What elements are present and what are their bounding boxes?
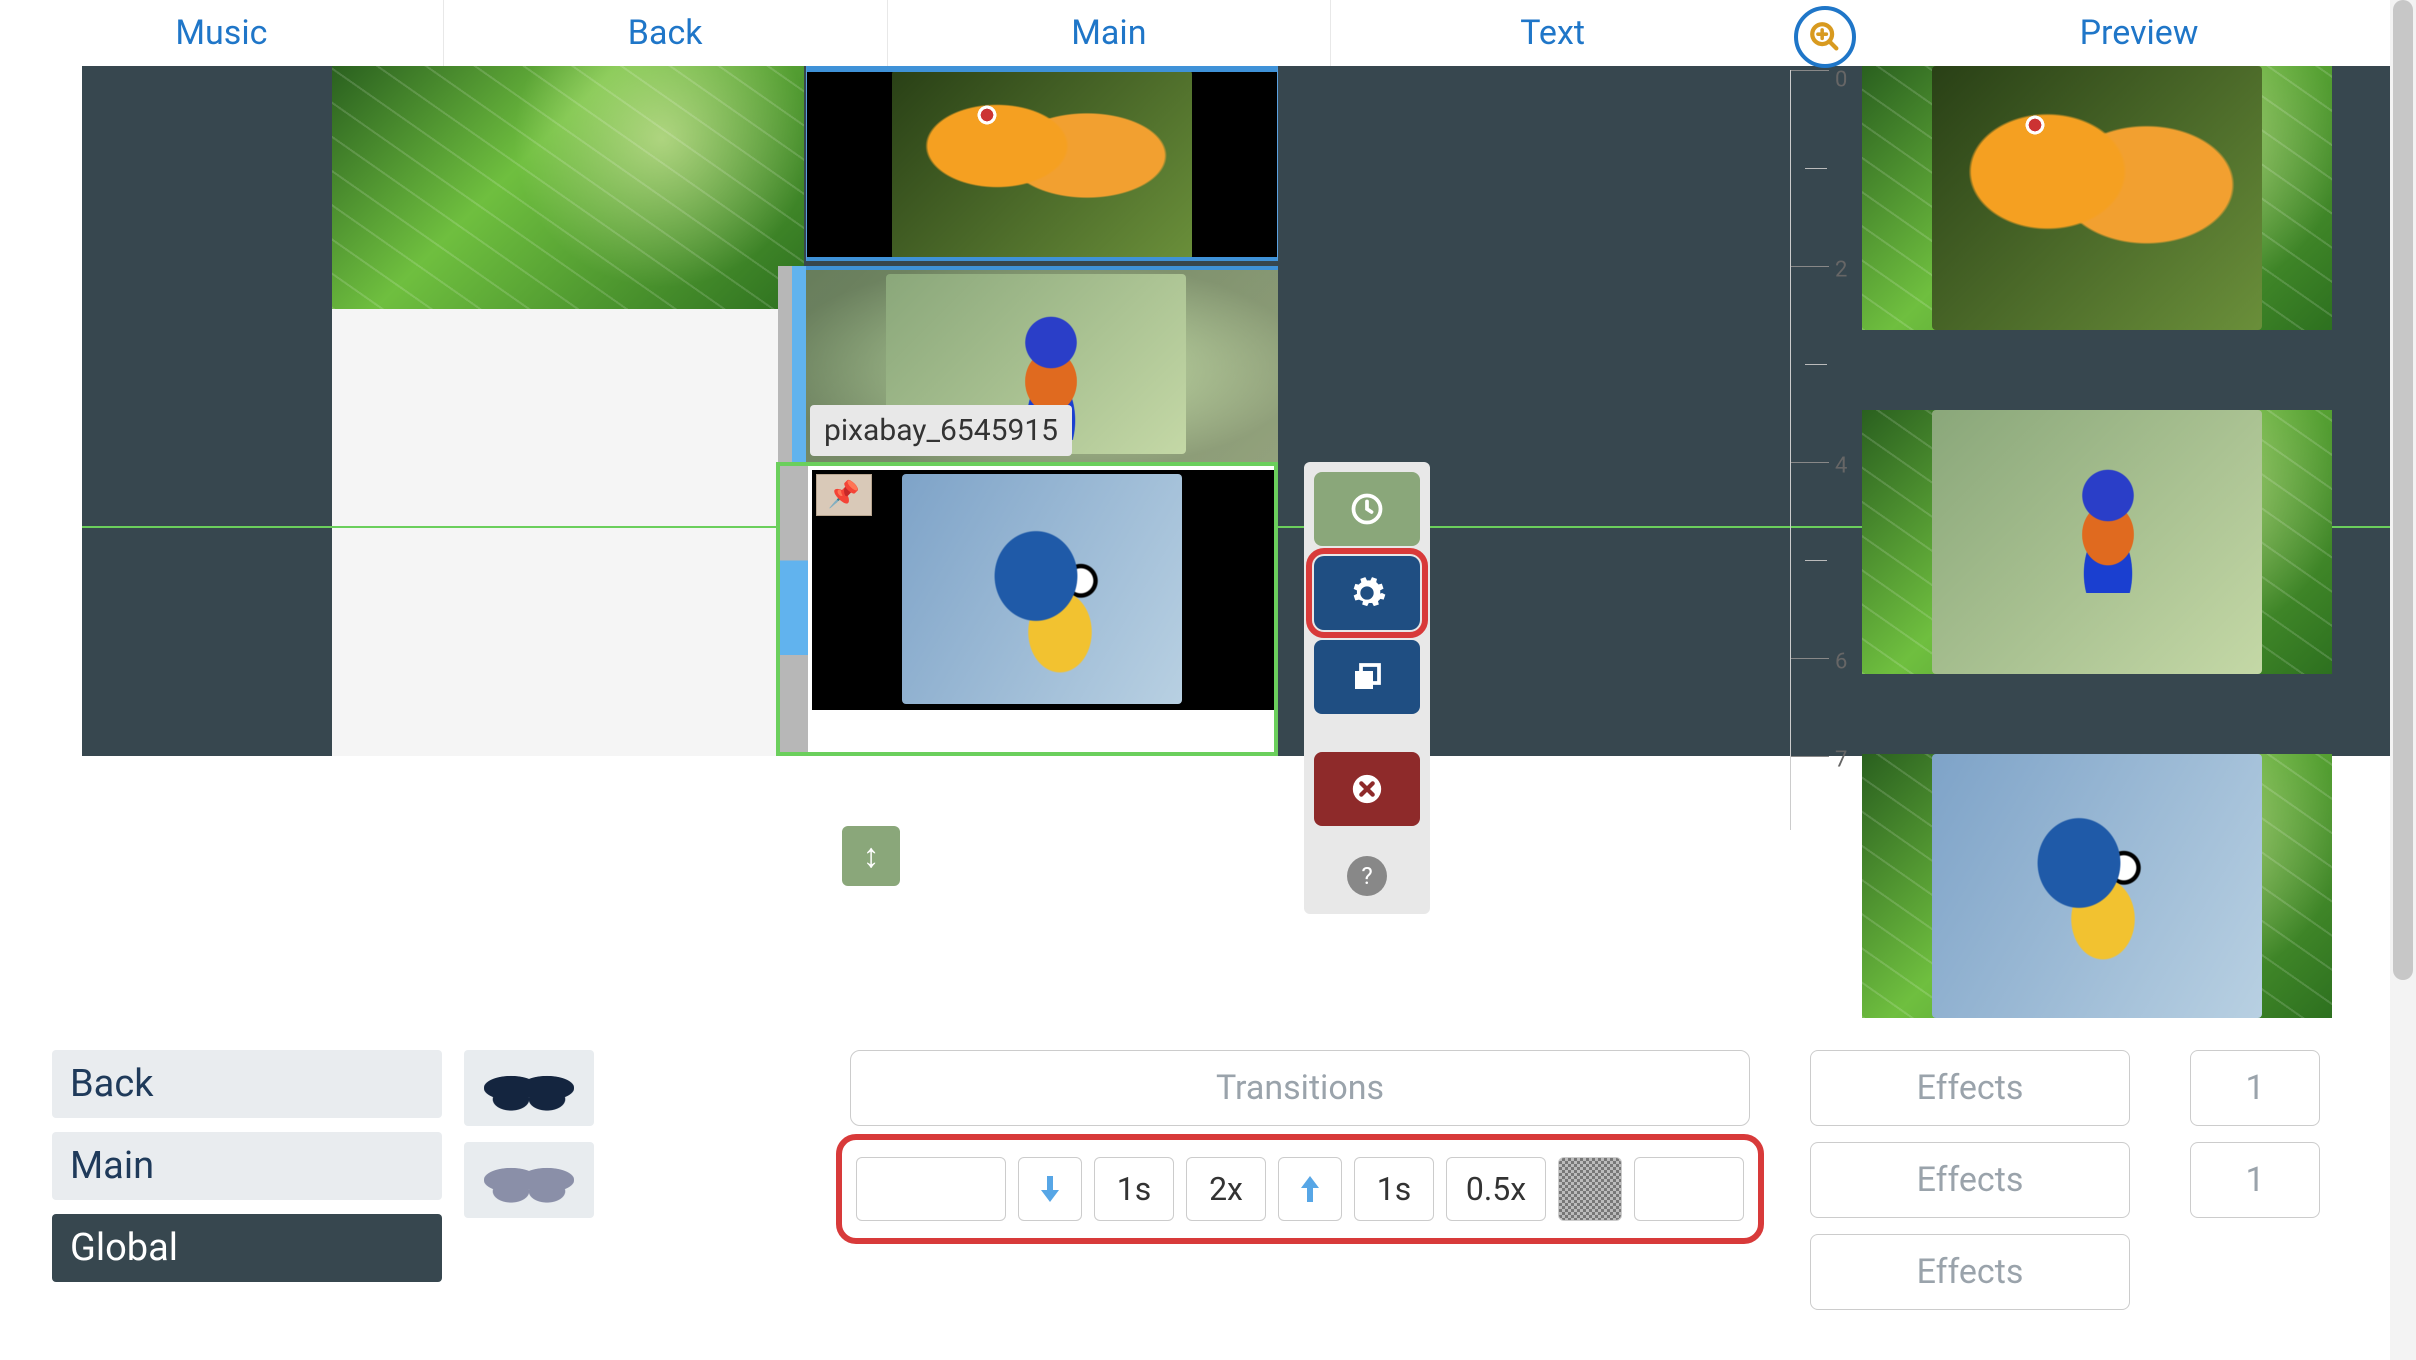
- layer-pill-back[interactable]: Back: [52, 1050, 442, 1118]
- main-clip-3-selected[interactable]: 📌: [776, 462, 1278, 756]
- preview-thumb-macaw: [1932, 754, 2262, 1018]
- ruler-mark: 2: [1835, 258, 1847, 283]
- settings-button[interactable]: [1314, 556, 1420, 630]
- main-clip-1[interactable]: [806, 66, 1278, 261]
- zoom-in-icon: [1808, 20, 1842, 54]
- effects-button-3[interactable]: Effects: [1810, 1234, 2130, 1310]
- vertical-scrollbar[interactable]: [2390, 0, 2416, 1360]
- preview-frame-2[interactable]: [1862, 410, 2332, 674]
- transition-slot-empty[interactable]: [1634, 1157, 1744, 1221]
- butterfly-icon: [484, 1060, 574, 1116]
- clip-handle[interactable]: [778, 266, 806, 462]
- transition-slot-empty[interactable]: [856, 1157, 1006, 1221]
- thumbnail-parrots: [892, 70, 1192, 260]
- back-empty-area[interactable]: [332, 309, 804, 756]
- close-icon: [1350, 772, 1384, 806]
- preview-thumb-lorikeet: [1932, 410, 2262, 674]
- clock-button[interactable]: [1314, 472, 1420, 546]
- ruler-mark: 7: [1835, 748, 1847, 773]
- butterfly-button-main[interactable]: [464, 1142, 594, 1218]
- ruler-mark: 4: [1835, 454, 1847, 479]
- resize-handle[interactable]: ↕: [842, 826, 900, 886]
- effects-button-2[interactable]: Effects: [1810, 1142, 2130, 1218]
- time-ruler: 0 2 4 6 7: [1790, 70, 1856, 830]
- thumbnail-macaw: [902, 474, 1182, 704]
- transition-chip-1s[interactable]: 1s: [1094, 1157, 1174, 1221]
- scrollbar-thumb[interactable]: [2393, 0, 2413, 980]
- copy-icon: [1349, 659, 1385, 695]
- ruler-mark: 6: [1835, 650, 1847, 675]
- transition-down-button[interactable]: [1018, 1157, 1082, 1221]
- preview-thumb-parrots: [1932, 66, 2262, 330]
- effects-count-1[interactable]: 1: [2190, 1050, 2320, 1126]
- tab-main[interactable]: Main: [888, 0, 1332, 66]
- ruler-mark: 0: [1835, 68, 1847, 93]
- preview-frame-1[interactable]: [1862, 66, 2332, 330]
- transitions-row-highlight: 1s 2x 1s 0.5x: [836, 1134, 1764, 1244]
- tab-back[interactable]: Back: [444, 0, 888, 66]
- transition-chip-05x[interactable]: 0.5x: [1446, 1157, 1546, 1221]
- butterfly-icon: [484, 1152, 574, 1208]
- preview-frame-3[interactable]: [1862, 754, 2332, 1018]
- transition-up-button[interactable]: [1278, 1157, 1342, 1221]
- clip-handle[interactable]: [780, 466, 808, 752]
- arrow-down-icon: [1038, 1174, 1062, 1204]
- tab-preview[interactable]: Preview: [1862, 0, 2416, 66]
- back-clip-leaf[interactable]: [332, 66, 804, 309]
- copy-button[interactable]: [1314, 640, 1420, 714]
- transition-chip-2x[interactable]: 2x: [1186, 1157, 1266, 1221]
- tab-music[interactable]: Music: [0, 0, 444, 66]
- arrow-up-icon: [1298, 1174, 1322, 1204]
- tab-text[interactable]: Text: [1331, 0, 1774, 66]
- effects-button-1[interactable]: Effects: [1810, 1050, 2130, 1126]
- zoom-in-button[interactable]: [1794, 6, 1856, 68]
- clock-icon: [1349, 491, 1385, 527]
- layer-pill-main[interactable]: Main: [52, 1132, 442, 1200]
- transitions-header[interactable]: Transitions: [850, 1050, 1750, 1126]
- help-button[interactable]: ?: [1347, 856, 1387, 896]
- layer-pill-global[interactable]: Global: [52, 1214, 442, 1282]
- effects-count-2[interactable]: 1: [2190, 1142, 2320, 1218]
- butterfly-button-back[interactable]: [464, 1050, 594, 1126]
- delete-button[interactable]: [1314, 752, 1420, 826]
- clip-tooltip: pixabay_6545915: [810, 405, 1072, 456]
- gear-icon: [1347, 573, 1387, 613]
- transition-chip-1s-b[interactable]: 1s: [1354, 1157, 1434, 1221]
- pin-icon[interactable]: 📌: [816, 474, 872, 516]
- main-clip-2[interactable]: pixabay_6545915: [778, 266, 1278, 462]
- clip-context-toolbar: ?: [1304, 462, 1430, 914]
- transition-static-button[interactable]: [1558, 1157, 1622, 1221]
